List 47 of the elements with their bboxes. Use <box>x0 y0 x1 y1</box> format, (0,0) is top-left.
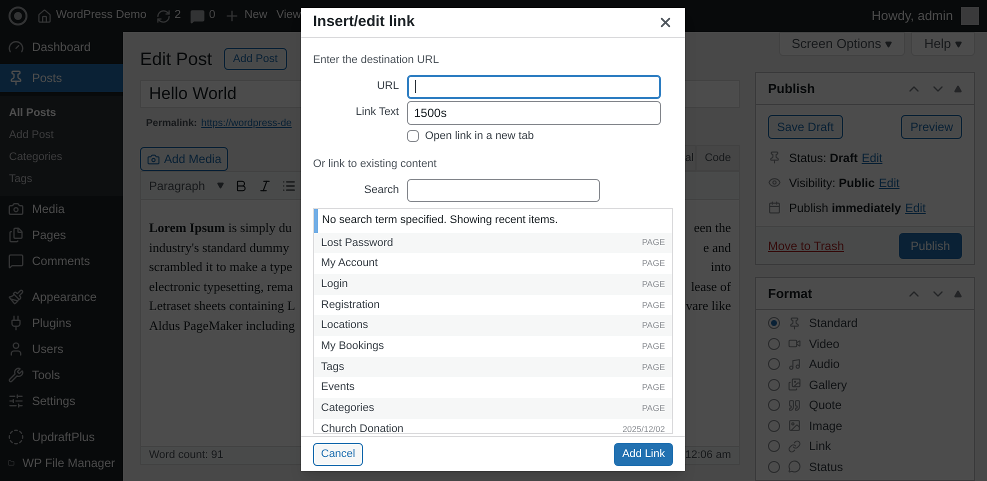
format-label: Standard <box>809 315 858 332</box>
editor-text-line: lease of <box>690 278 731 296</box>
field-label: Link Text <box>354 105 399 120</box>
editor-text-line: e and <box>703 238 731 256</box>
editor-text-line: een the <box>694 219 731 237</box>
dialog-title: Insert/edit link <box>313 12 415 32</box>
add-link-button[interactable]: Add Link <box>614 442 673 466</box>
format-label: Quote <box>809 397 842 414</box>
editor-text-line: vare like <box>686 297 731 315</box>
result-item[interactable]: Registration PAGE <box>314 294 672 316</box>
result-item[interactable]: Login PAGE <box>314 274 672 295</box>
meta-text: Publish immediately <box>789 200 902 216</box>
section-label: Enter the destination URL <box>313 53 440 68</box>
url-field[interactable] <box>407 74 661 98</box>
format-label: Gallery <box>809 376 848 394</box>
format-label: Audio <box>809 356 840 374</box>
editor-text-line: electronic typesetting, rema <box>149 278 294 296</box>
close-icon[interactable] <box>658 15 673 30</box>
result-item[interactable]: Church Donation 2025/12/02 <box>314 418 672 432</box>
editor-text-line: Letraset sheets containing L <box>149 297 296 315</box>
field-label: URL <box>376 79 399 94</box>
editor-text-line: industry's standard dummy <box>149 238 290 257</box>
result-item[interactable]: Tags PAGE <box>314 356 672 378</box>
format-label: Status <box>809 458 844 476</box>
format-label: Video <box>809 336 840 353</box>
meta-text: Visibility: Public <box>789 174 875 192</box>
search-field[interactable] <box>407 178 600 202</box>
editor-text-line: Lorem Ipsum is simply du <box>149 219 293 237</box>
result-item[interactable]: Locations PAGE <box>314 315 672 336</box>
result-item[interactable]: Lost Password PAGE <box>314 232 672 254</box>
editor-text-line: into <box>710 258 731 276</box>
link-text-field[interactable]: 1500s <box>407 100 661 124</box>
box-title: Format <box>768 284 812 303</box>
editor-text-line: scrambled it to make a type <box>149 258 294 276</box>
page-title: Edit Post <box>140 48 212 70</box>
meta-text: Status: Draft <box>789 150 858 166</box>
new-tab-checkbox[interactable] <box>407 130 419 142</box>
cancel-button[interactable]: Cancel <box>313 442 364 466</box>
format-label: Image <box>809 418 842 435</box>
permalink-link[interactable]: https://wordpress-de <box>201 116 292 131</box>
editor-text-line: Aldus PageMaker including <box>149 316 296 335</box>
format-label: Link <box>809 438 832 456</box>
checkbox-label: Open link in a new tab <box>425 128 534 144</box>
result-item[interactable]: Categories PAGE <box>314 398 672 419</box>
field-label: Search <box>363 182 399 198</box>
section-label: Or link to existing content <box>313 157 438 172</box>
box-title: Publish <box>768 80 815 98</box>
